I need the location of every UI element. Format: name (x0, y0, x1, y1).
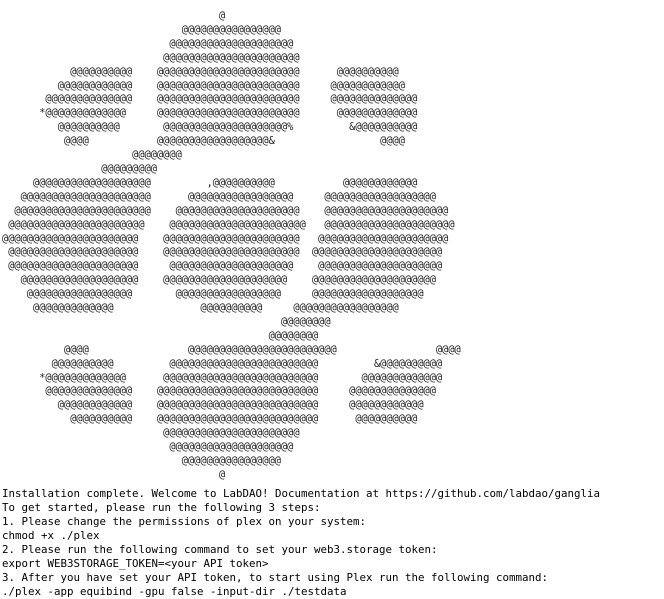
step-3-command: ./plex -app equibind -gpu false -input-d… (2, 585, 347, 598)
step-3-instruction: 3. After you have set your API token, to… (2, 571, 549, 584)
step-2-instruction: 2. Please run the following command to s… (2, 543, 438, 556)
labdao-ascii-logo: @ @@@@@@@@@@@@@@@@ @@@@@@@@@@@@@@@@@@@@ … (2, 10, 461, 481)
terminal-output: Installation complete. Welcome to LabDAO… (2, 487, 662, 599)
steps-intro: To get started, please run the following… (2, 501, 321, 514)
installation-message: Installation complete. Welcome to LabDAO… (2, 487, 601, 500)
step-1-instruction: 1. Please change the permissions of plex… (2, 515, 367, 528)
step-2-command: export WEB3STORAGE_TOKEN=<your API token… (2, 557, 269, 570)
step-1-command: chmod +x ./plex (2, 529, 100, 542)
terminal-window[interactable]: @ @@@@@@@@@@@@@@@@ @@@@@@@@@@@@@@@@@@@@ … (0, 0, 664, 599)
